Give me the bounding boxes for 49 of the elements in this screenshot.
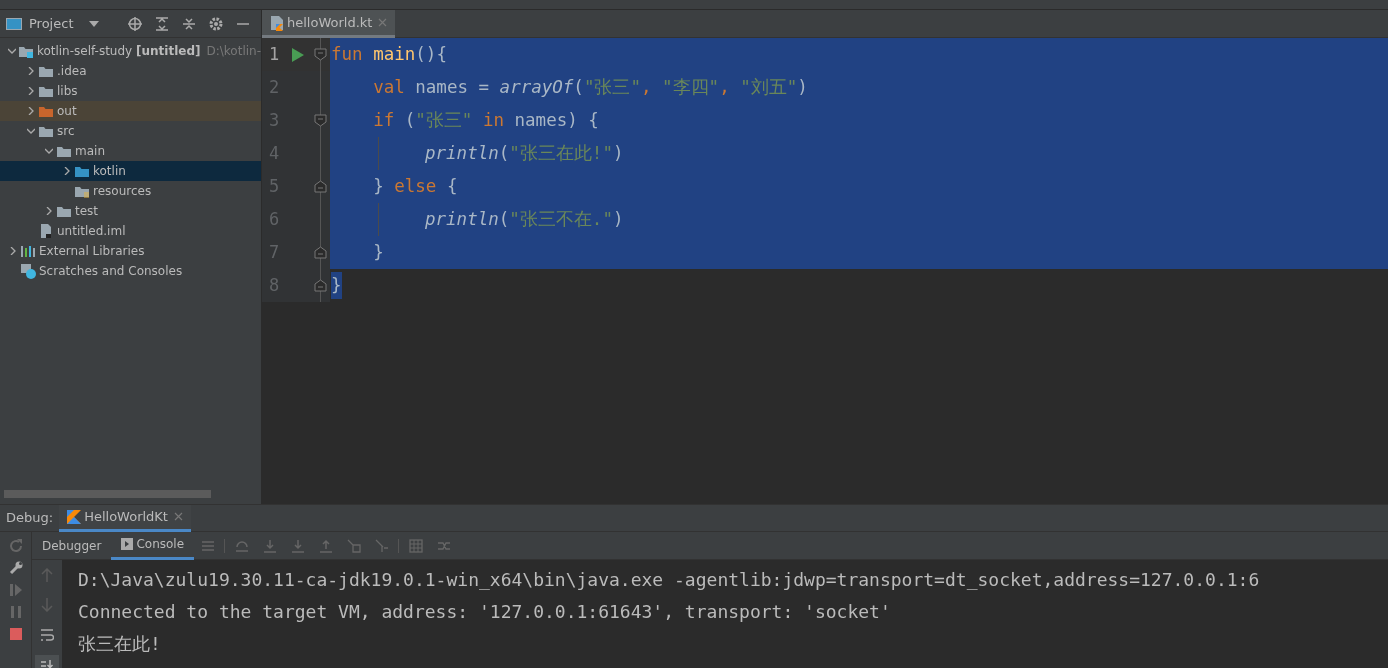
tree-label: libs — [57, 83, 78, 100]
path-hint: D:\kotlin- — [206, 43, 261, 60]
tree-item[interactable]: .idea — [0, 61, 261, 81]
file-tab[interactable]: helloWorld.kt — [262, 10, 396, 38]
tree-label: kotlin — [93, 163, 126, 180]
scrollbar[interactable] — [4, 490, 211, 498]
console-icon — [121, 538, 134, 550]
tree-item[interactable]: kotlin — [0, 161, 261, 181]
tree-item[interactable]: src — [0, 121, 261, 141]
tree-label: .idea — [57, 63, 87, 80]
line-number: 1 — [267, 42, 281, 66]
tree-item[interactable]: libs — [0, 81, 261, 101]
fold-marker-icon[interactable] — [313, 246, 327, 259]
tree-label: main — [75, 143, 105, 160]
panel-label: Debug: — [5, 509, 55, 528]
fold-marker-icon[interactable] — [313, 279, 327, 292]
scratches-icon — [20, 263, 36, 279]
close-icon[interactable] — [173, 512, 183, 521]
tree-label: out — [57, 103, 77, 120]
tree-item[interactable]: resources — [0, 181, 261, 201]
fold-marker-icon[interactable] — [313, 180, 327, 193]
panel-icon — [6, 17, 22, 30]
close-icon[interactable] — [378, 18, 388, 27]
tree-label: src — [57, 123, 75, 140]
tree-label: kotlin-self-study [untitled] — [36, 43, 201, 60]
kotlin-icon — [67, 509, 82, 524]
file-icon — [38, 223, 54, 239]
console-line: 张三在此! — [78, 632, 162, 656]
tree-item[interactable]: External Libraries — [0, 241, 261, 261]
panel-title[interactable]: Project — [29, 13, 74, 34]
tree-item[interactable]: Scratches and Consoles — [0, 261, 261, 281]
tree-item[interactable]: main — [0, 141, 261, 161]
tree-item[interactable]: out — [0, 101, 261, 121]
tree-label: resources — [93, 183, 152, 200]
libraries-icon — [20, 243, 36, 259]
tree-label: External Libraries — [39, 243, 145, 260]
console-line: D:\Java\zulu19.30.11-ca-jdk19.0.1-win_x64\bin\java.exe -agentlib:jdwp=transport=dt_socket,address=127.0.0.1:6 — [78, 568, 1261, 592]
fold-marker-icon[interactable] — [313, 48, 327, 61]
panel-tab[interactable]: Debugger — [32, 531, 112, 560]
tree-label: test — [75, 203, 99, 220]
kotlin-file-icon — [270, 14, 284, 31]
tree-item[interactable]: kotlin-self-study [untitled] D:\kotlin- — [0, 41, 261, 61]
tree-item[interactable]: test — [0, 201, 261, 221]
run-tab[interactable]: HelloWorldKt — [59, 504, 191, 532]
console-line: Connected to the target VM, address: '127.0.0.1:61643', transport: 'socket' — [78, 600, 892, 624]
fold-marker-icon[interactable] — [313, 114, 327, 127]
tree-label: untitled.iml — [57, 223, 126, 240]
tree-label: Scratches and Consoles — [39, 263, 183, 280]
tree-item[interactable]: untitled.iml — [0, 221, 261, 241]
